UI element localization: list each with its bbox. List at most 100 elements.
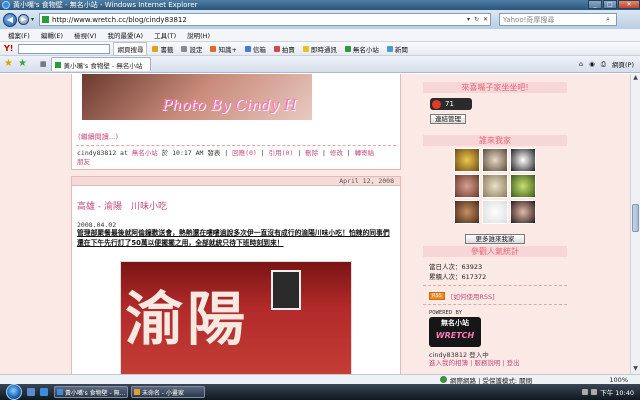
photo-credit: Photo By Cindy H xyxy=(162,96,297,114)
search-icon[interactable]: ⌕ xyxy=(606,15,616,24)
wretch-logo[interactable]: 無名小站 WRETCH xyxy=(429,317,481,347)
mail-icon xyxy=(244,45,251,52)
visit-counter: 71 xyxy=(430,98,472,110)
service-help-link[interactable]: 服務說明 xyxy=(474,359,500,367)
powered-by-label: POWERED BY xyxy=(429,310,463,316)
security-zone[interactable]: 網際網路 | 受保護模式: 關閉 xyxy=(440,375,532,385)
refresh-icon[interactable]: ↻ xyxy=(474,16,479,23)
address-url[interactable]: http://www.wretch.cc/blog/cindy83812 xyxy=(52,16,465,24)
feeds-icon[interactable]: ◉ xyxy=(589,60,595,68)
address-dropdown-icon[interactable]: ▾ xyxy=(467,16,470,23)
menu-bar: 檔案(F) 編輯(E) 檢視(V) 我的最愛(A) 工具(T) 說明(H) xyxy=(0,29,640,42)
quick-tabs-icon[interactable]: ▦ xyxy=(40,60,47,68)
clock[interactable]: 下午 10:40 xyxy=(600,387,634,397)
status-bar: 網際網路 | 受保護模式: 關閉 100% xyxy=(0,374,640,385)
toolbar-settings[interactable]: 設定 xyxy=(181,44,202,54)
delete-link[interactable]: 刪除 xyxy=(305,149,318,157)
yahoo-logo[interactable]: Y! xyxy=(4,44,13,53)
toolbar-messenger[interactable]: 即時通訊 xyxy=(302,44,337,54)
toolbar-news[interactable]: 新聞 xyxy=(386,44,408,54)
close-button[interactable]: ✕ xyxy=(618,0,640,9)
toolbar-knowledge[interactable]: 知識+ xyxy=(210,44,237,54)
tab-current[interactable]: 黃小嘴's 食物壁 - 無名小站 xyxy=(50,57,151,71)
forward-button[interactable]: ▶ xyxy=(18,14,29,25)
window-controls: _ □ ✕ xyxy=(587,0,640,10)
scroll-thumb[interactable] xyxy=(632,204,639,232)
sidebar-heading-visitors: 誰來我家 xyxy=(423,135,567,146)
taskbar-button-ie[interactable]: 黃小嘴's 食物壁 - 無... xyxy=(54,386,128,398)
menu-help[interactable]: 說明(H) xyxy=(187,30,210,40)
visitor-avatar[interactable] xyxy=(510,148,536,172)
visitor-avatar[interactable] xyxy=(482,200,508,224)
menu-favorites[interactable]: 我的最愛(A) xyxy=(108,30,144,40)
visitor-avatar[interactable] xyxy=(454,174,480,198)
visitor-avatar[interactable] xyxy=(510,174,536,198)
restaurant-photo: 渝陽 xyxy=(120,261,352,374)
tab-label: 黃小嘴's 食物壁 - 無名小站 xyxy=(63,61,143,70)
toolbar-search-input[interactable] xyxy=(18,43,111,54)
quicklaunch-ie-icon[interactable] xyxy=(40,388,48,396)
rss-icon[interactable]: RSS xyxy=(429,292,445,300)
network-icon[interactable] xyxy=(582,389,589,395)
vertical-scrollbar[interactable]: ▲ ▼ xyxy=(630,74,640,374)
toolbar-auction[interactable]: 拍賣 xyxy=(273,44,295,54)
print-icon[interactable]: ⎙ xyxy=(601,60,606,69)
forward-link-friend[interactable]: 朋友 xyxy=(77,158,90,166)
scroll-down-icon[interactable]: ▼ xyxy=(631,365,640,374)
read-more-link[interactable]: (繼續閱讀...) xyxy=(78,132,118,142)
add-favorite-icon[interactable]: ★ xyxy=(18,59,28,69)
post-photo: Photo By Cindy H xyxy=(82,74,312,120)
menu-tools[interactable]: 工具(T) xyxy=(154,30,176,40)
visitor-avatar[interactable] xyxy=(482,174,508,198)
back-button[interactable]: ◀ xyxy=(3,12,17,27)
edit-link[interactable]: 修改 xyxy=(330,149,343,157)
maximize-button[interactable]: □ xyxy=(603,0,617,9)
visitor-avatar[interactable] xyxy=(454,200,480,224)
scroll-up-icon[interactable]: ▲ xyxy=(631,74,640,83)
rss-row: RSS [如何使用RSS] xyxy=(429,291,495,301)
history-dropdown-icon[interactable]: ▾ xyxy=(31,16,34,23)
menu-view[interactable]: 檢視(V) xyxy=(74,30,97,40)
search-box[interactable]: Yahoo!奇摩搜尋 ⌕ xyxy=(499,13,618,26)
search-input[interactable]: Yahoo!奇摩搜尋 xyxy=(503,15,606,25)
quicklaunch-desktop-icon[interactable] xyxy=(27,388,35,396)
auction-icon xyxy=(273,45,280,52)
site-favicon-icon xyxy=(42,16,50,23)
link-manage-button[interactable]: 連結管理 xyxy=(430,114,466,124)
logout-link[interactable]: 登出 xyxy=(507,359,520,367)
web-search-button[interactable]: 網頁搜尋 xyxy=(113,41,148,56)
stop-icon[interactable]: ✕ xyxy=(483,16,488,23)
post-title[interactable]: 高雄 - 渝陽 川味小吃 xyxy=(77,199,167,212)
visitor-avatar[interactable] xyxy=(510,200,536,224)
menu-edit[interactable]: 編輯(E) xyxy=(41,30,63,40)
divider xyxy=(423,285,567,286)
toolbar-bookmarks[interactable]: 書籤 xyxy=(152,44,173,54)
rss-help-link[interactable]: [如何使用RSS] xyxy=(451,291,495,301)
toolbar-wretch[interactable]: 無名小站 xyxy=(344,44,379,54)
more-visitors-button[interactable]: 更多誰來我家 xyxy=(465,234,525,244)
volume-icon[interactable] xyxy=(591,389,598,395)
visitor-avatar[interactable] xyxy=(454,148,480,172)
address-bar[interactable]: http://www.wretch.cc/blog/cindy83812 ▾ ↻… xyxy=(39,13,492,26)
minimize-button[interactable]: _ xyxy=(588,0,602,9)
trackback-link[interactable]: 引用(0) xyxy=(269,149,294,157)
taskbar-button-paint[interactable]: 未命名 - 小畫家 xyxy=(131,386,205,398)
visitor-avatar[interactable] xyxy=(482,148,508,172)
page-menu[interactable]: 網頁(P) xyxy=(612,59,634,69)
visitor-grid xyxy=(454,148,536,224)
post-date-header: April 12, 2008 xyxy=(72,177,400,186)
messenger-icon xyxy=(302,45,309,52)
menu-file[interactable]: 檔案(F) xyxy=(8,30,30,40)
favorites-star-icon[interactable]: ★ xyxy=(4,59,14,69)
toolbar-mail[interactable]: 信箱 xyxy=(244,44,266,54)
reply-link[interactable]: 回應(0) xyxy=(232,149,257,157)
site-link[interactable]: 無名小站 xyxy=(132,149,158,157)
album-link[interactable]: 進入我的相簿 xyxy=(429,359,468,367)
home-icon[interactable]: ⌂ xyxy=(579,60,583,68)
forward-link[interactable]: 轉寄給 xyxy=(355,149,375,157)
ie-logo-icon xyxy=(2,1,10,9)
counter-icon xyxy=(432,99,441,109)
zoom-level[interactable]: 100% xyxy=(609,376,628,384)
taskbar: 黃小嘴's 食物壁 - 無... 未命名 - 小畫家 下午 10:40 xyxy=(0,384,640,400)
start-button[interactable] xyxy=(6,384,22,400)
